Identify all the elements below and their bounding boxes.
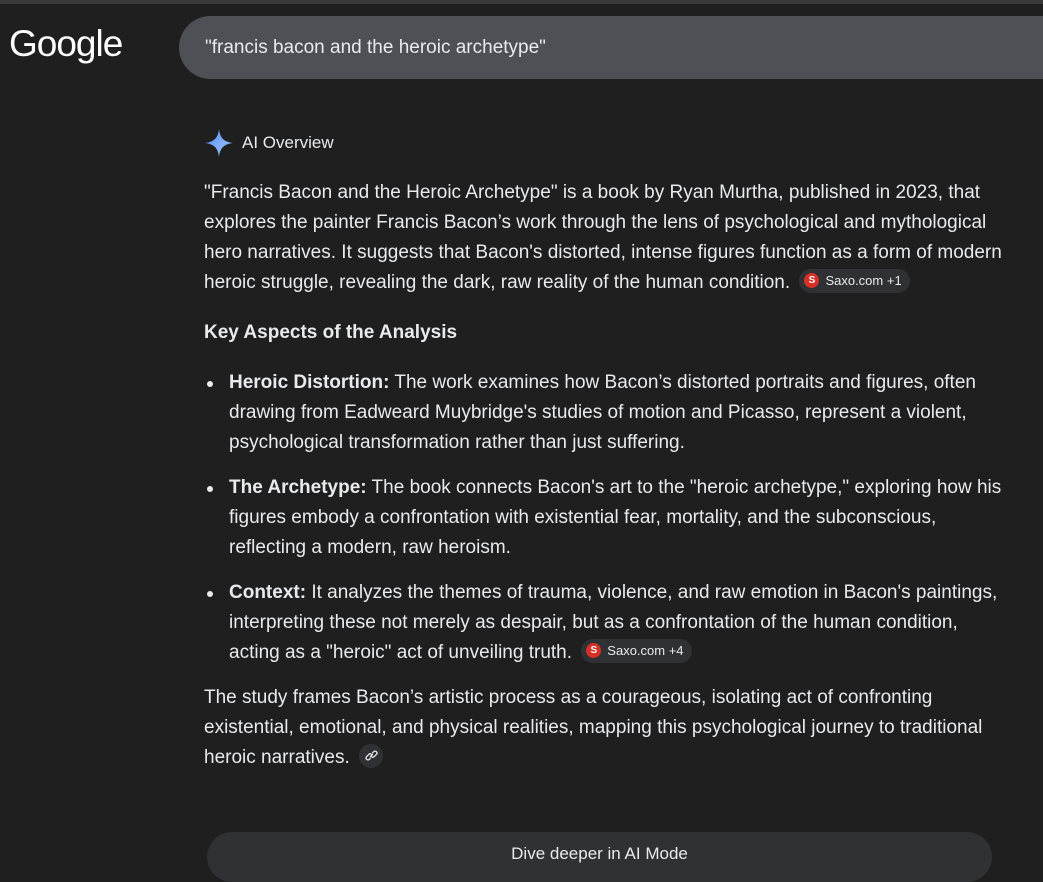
ai-overview-header: AI Overview [204,128,334,158]
list-item: Heroic Distortion: The work examines how… [207,368,1004,458]
ai-overview-content: "Francis Bacon and the Heroic Archetype"… [204,178,1004,773]
closing-text: The study frames Bacon’s artistic proces… [204,687,983,768]
section-heading: Key Aspects of the Analysis [204,322,458,343]
intro-paragraph: "Francis Bacon and the Heroic Archetype"… [204,178,1004,298]
ai-sparkle-icon [205,129,233,157]
saxo-icon: S [586,643,602,659]
ai-overview-title: AI Overview [242,133,334,152]
aspect-term: Heroic Distortion: [229,372,390,393]
search-bar[interactable] [179,16,1043,79]
list-item: The Archetype: The book connects Bacon's… [207,473,1004,563]
list-item: Context: It analyzes the themes of traum… [207,578,1004,668]
link-glyph-icon [364,750,378,762]
aspect-term: The Archetype: [229,477,367,498]
google-logo[interactable]: Google [9,22,123,66]
link-icon[interactable] [359,743,384,768]
source-chip-label: Saxo.com +4 [607,642,684,658]
top-border [0,0,1043,4]
closing-paragraph: The study frames Bacon’s artistic proces… [204,683,1004,773]
dive-deeper-button[interactable]: Dive deeper in AI Mode [207,832,992,882]
source-chip-label: Saxo.com +1 [825,272,902,288]
search-input[interactable] [205,36,1005,59]
source-chip[interactable]: S Saxo.com +4 [581,638,692,663]
saxo-icon: S [804,273,820,289]
source-chip[interactable]: S Saxo.com +1 [799,268,910,293]
aspect-term: Context: [229,582,307,603]
aspects-list: Heroic Distortion: The work examines how… [204,368,1004,668]
